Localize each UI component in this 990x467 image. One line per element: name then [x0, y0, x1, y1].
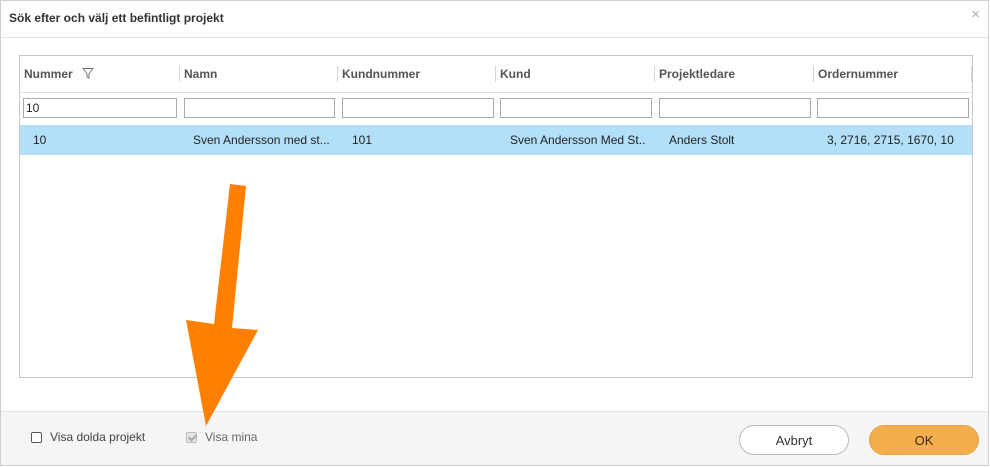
cell-ordernummer: 3, 2716, 2715, 1670, 10: [827, 133, 954, 147]
cancel-button[interactable]: Avbryt: [739, 425, 849, 455]
column-label: Projektledare: [659, 67, 736, 81]
cell-kund: Sven Andersson Med St...: [510, 133, 646, 147]
checkbox-checked-icon[interactable]: [186, 431, 197, 443]
filter-icon[interactable]: [81, 57, 95, 93]
show-hidden-label: Visa dolda projekt: [50, 430, 146, 444]
column-header-kund[interactable]: Kund: [495, 56, 655, 92]
show-mine-label: Visa mina: [205, 430, 258, 444]
column-header-kundnummer[interactable]: Kundnummer: [337, 56, 496, 92]
column-header-ordernummer[interactable]: Ordernummer: [813, 56, 972, 92]
show-mine-checkbox[interactable]: Visa mina: [186, 430, 257, 444]
cell-nummer: 10: [33, 133, 47, 147]
filter-input-kundnummer[interactable]: [342, 98, 494, 118]
filter-row: [20, 92, 972, 124]
show-hidden-checkbox[interactable]: Visa dolda projekt: [31, 430, 145, 444]
close-icon[interactable]: ×: [971, 7, 980, 23]
column-header-projektledare[interactable]: Projektledare: [654, 56, 814, 92]
column-label: Kundnummer: [342, 67, 420, 81]
dialog-titlebar: Sök efter och välj ett befintligt projek…: [1, 1, 988, 38]
filter-input-nummer[interactable]: [23, 98, 177, 118]
project-search-dialog: Sök efter och välj ett befintligt projek…: [0, 0, 989, 466]
filter-input-ordernummer[interactable]: [817, 98, 969, 118]
filter-input-kund[interactable]: [500, 98, 652, 118]
dialog-footer: Visa dolda projekt Visa mina Avbryt OK: [1, 411, 988, 465]
column-header-nummer[interactable]: Nummer: [20, 56, 180, 92]
table-row[interactable]: 10 Sven Andersson med st... 101 Sven And…: [20, 125, 972, 155]
ok-button[interactable]: OK: [869, 425, 979, 455]
checkbox-unchecked-icon[interactable]: [31, 431, 42, 443]
dialog-title: Sök efter och välj ett befintligt projek…: [9, 11, 224, 25]
cell-namn: Sven Andersson med st...: [193, 133, 329, 147]
column-label: Nummer: [24, 67, 73, 81]
filter-input-projektledare[interactable]: [659, 98, 811, 118]
column-label: Namn: [184, 67, 218, 81]
grid-header: Nummer Namn Kundnummer Kund Projektledar…: [20, 56, 972, 93]
column-label: Ordernummer: [818, 67, 899, 81]
cell-projektledare: Anders Stolt: [669, 133, 735, 147]
column-label: Kund: [500, 67, 531, 81]
projects-grid: Nummer Namn Kundnummer Kund Projektledar…: [19, 55, 973, 378]
filter-input-namn[interactable]: [184, 98, 335, 118]
column-header-namn[interactable]: Namn: [179, 56, 338, 92]
cell-kundnummer: 101: [352, 133, 373, 147]
